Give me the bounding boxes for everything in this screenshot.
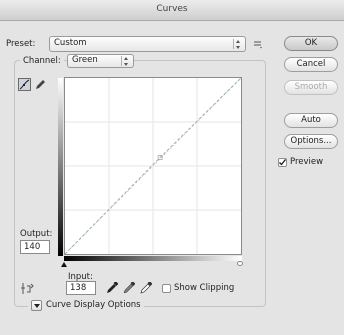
preview-checkbox-row[interactable]: Preview	[278, 157, 323, 167]
auto-button[interactable]: Auto	[284, 113, 338, 128]
channel-stepper-icon	[121, 56, 130, 66]
preset-value: Custom	[54, 38, 87, 48]
show-clipping-checkbox[interactable]	[162, 283, 171, 293]
curve-display-options-label: Curve Display Options	[46, 300, 141, 310]
output-field[interactable]: 140	[20, 240, 50, 254]
disclosure-triangle-icon[interactable]	[31, 299, 42, 311]
channel-select[interactable]: Green	[67, 54, 134, 68]
black-point-eyedropper-icon[interactable]	[106, 281, 119, 294]
show-clipping-row[interactable]: Show Clipping	[162, 283, 234, 293]
preview-label: Preview	[290, 157, 324, 167]
channel-label: Channel:	[23, 56, 61, 66]
preset-label: Preset:	[6, 39, 36, 49]
window-title: Curves	[156, 4, 188, 14]
preview-checkbox[interactable]	[278, 157, 287, 167]
preset-stepper-icon	[233, 39, 242, 49]
channel-value: Green	[72, 55, 98, 65]
curve-tool-icon[interactable]	[18, 78, 31, 91]
output-gradient-bar	[58, 78, 63, 256]
preset-select[interactable]: Custom	[49, 36, 246, 52]
cancel-button[interactable]: Cancel	[284, 57, 338, 72]
input-gradient-bar	[64, 256, 242, 261]
options-button[interactable]: Options...	[284, 134, 338, 149]
white-point-slider[interactable]	[237, 261, 243, 266]
smooth-button[interactable]: Smooth	[284, 80, 338, 95]
curve-graph[interactable]	[64, 77, 242, 255]
black-point-slider[interactable]	[61, 262, 67, 267]
output-label: Output:	[20, 229, 53, 239]
pencil-icon[interactable]	[34, 78, 47, 91]
curve-display-options-row[interactable]: Curve Display Options	[28, 298, 144, 312]
gray-point-eyedropper-icon[interactable]	[123, 281, 136, 294]
input-field[interactable]: 138	[66, 281, 96, 295]
preset-options-icon[interactable]	[253, 39, 263, 49]
title-bar: Curves	[0, 0, 344, 21]
channel-row: Channel:	[20, 54, 64, 68]
show-clipping-label: Show Clipping	[174, 283, 235, 293]
ok-button[interactable]: OK	[284, 36, 338, 51]
target-adjust-icon[interactable]	[20, 282, 34, 295]
white-point-eyedropper-icon[interactable]	[140, 281, 153, 294]
checkmark-icon	[279, 158, 287, 166]
